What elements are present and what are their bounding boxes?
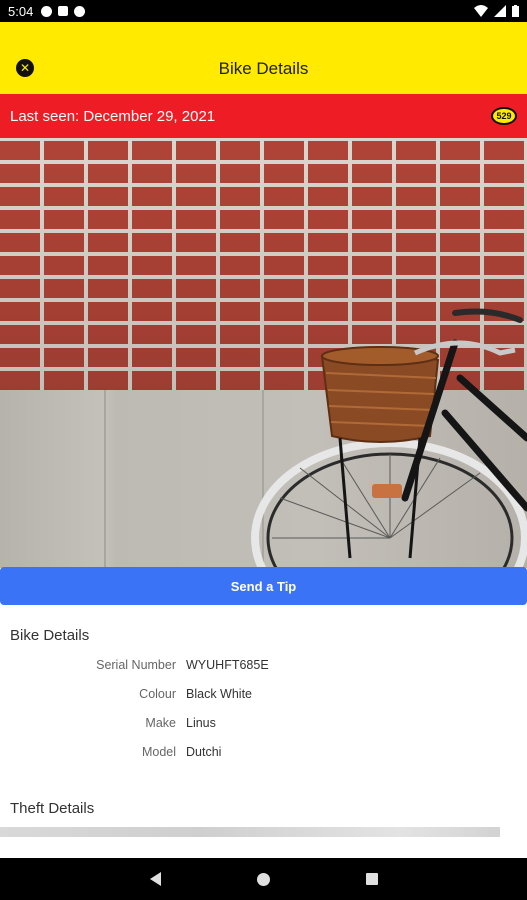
detail-row: Model Dutchi bbox=[0, 745, 527, 759]
recent-apps-icon[interactable] bbox=[365, 873, 378, 885]
do-not-disturb-icon bbox=[74, 5, 86, 17]
back-icon[interactable] bbox=[149, 872, 161, 886]
colour-label: Colour bbox=[139, 687, 176, 701]
serial-number-label: Serial Number bbox=[96, 658, 176, 672]
theft-details-loading-placeholder bbox=[0, 827, 500, 837]
bicycle-illustration bbox=[251, 308, 527, 568]
sim-icon bbox=[58, 6, 69, 16]
system-nav-bar bbox=[0, 858, 527, 900]
last-seen-text: Last seen: December 29, 2021 bbox=[10, 107, 216, 125]
close-icon[interactable]: ✕ bbox=[16, 59, 34, 77]
status-bar: 5:04 bbox=[0, 0, 527, 22]
status-time: 5:04 bbox=[8, 3, 34, 19]
theft-details-heading: Theft Details bbox=[10, 800, 95, 817]
notification-dot-icon bbox=[41, 5, 53, 17]
status-system-icons bbox=[474, 5, 519, 17]
make-value: Linus bbox=[186, 716, 216, 730]
brand-badge-icon: 529 bbox=[491, 107, 517, 125]
model-value: Dutchi bbox=[186, 745, 222, 759]
model-label: Model bbox=[141, 745, 176, 759]
detail-row: Make Linus bbox=[0, 716, 527, 730]
bike-details-heading: Bike Details bbox=[10, 627, 90, 644]
detail-row: Colour Black White bbox=[0, 687, 527, 701]
bike-photo bbox=[0, 138, 527, 568]
serial-number-value: WYUHFT685E bbox=[186, 658, 269, 672]
app-bar: ✕ Bike Details bbox=[0, 22, 527, 94]
page-title: Bike Details bbox=[218, 59, 309, 78]
status-notification-icons bbox=[41, 5, 86, 17]
make-label: Make bbox=[145, 716, 176, 730]
signal-icon bbox=[494, 5, 506, 17]
detail-row: Serial Number WYUHFT685E bbox=[0, 658, 527, 672]
wifi-icon bbox=[474, 5, 488, 17]
last-seen-banner: Last seen: December 29, 2021 529 bbox=[0, 94, 527, 138]
colour-value: Black White bbox=[186, 687, 252, 701]
send-tip-button[interactable]: Send a Tip bbox=[0, 567, 527, 605]
home-icon[interactable] bbox=[256, 872, 270, 886]
battery-icon bbox=[512, 5, 519, 17]
